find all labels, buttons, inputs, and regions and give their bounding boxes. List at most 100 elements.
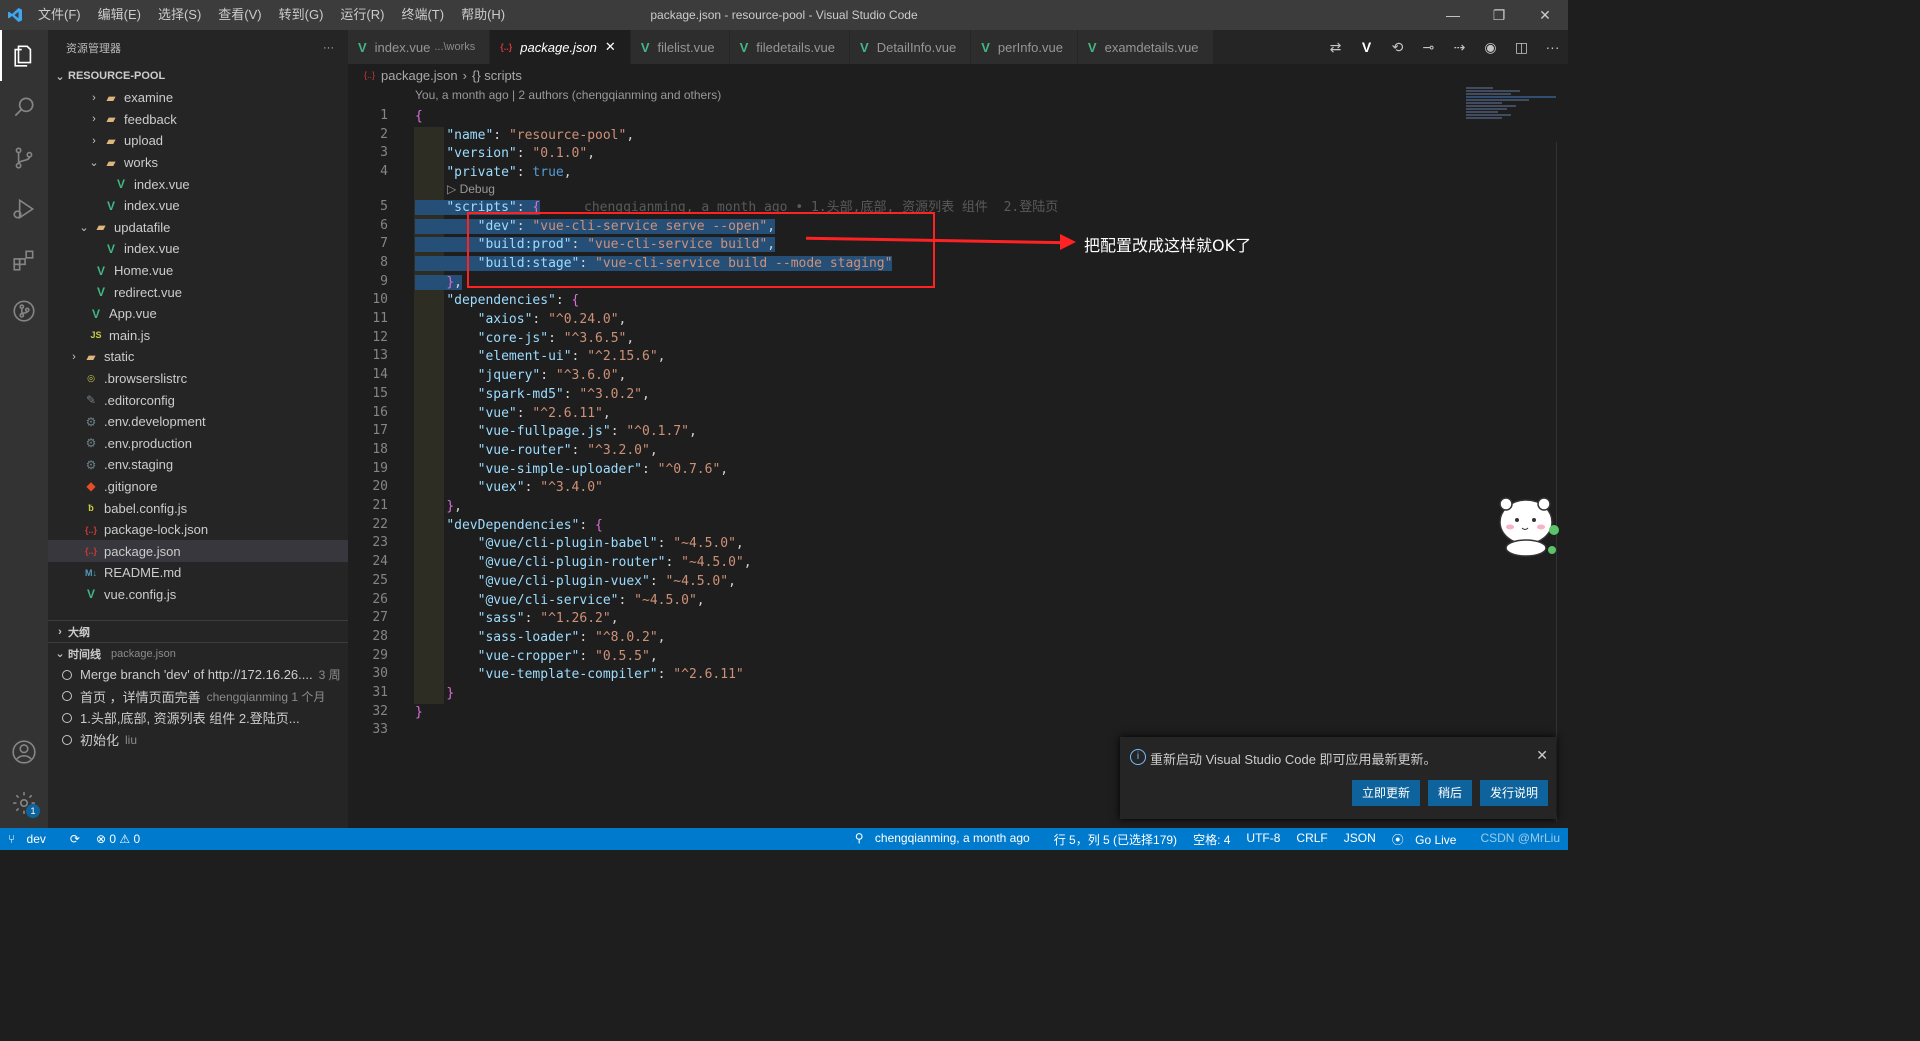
- close-window-icon[interactable]: ✕: [1522, 0, 1568, 30]
- menu-item-7[interactable]: 帮助(H): [453, 0, 514, 30]
- outline-section[interactable]: › 大纲: [48, 620, 348, 642]
- code-line[interactable]: "vuex": "^3.4.0": [415, 479, 603, 498]
- tree-item[interactable]: › ▰ upload: [48, 130, 348, 152]
- tree-item[interactable]: Vindex.vue: [48, 195, 348, 217]
- code-line[interactable]: }: [415, 704, 423, 723]
- code-line[interactable]: "version": "0.1.0",: [415, 145, 595, 164]
- branch-indicator[interactable]: ⑂ dev: [0, 832, 62, 846]
- editor-tab[interactable]: Vfiledetails.vue: [729, 30, 851, 64]
- run-debug-icon[interactable]: [0, 183, 48, 234]
- code-line[interactable]: "@vue/cli-plugin-vuex": "~4.5.0",: [415, 573, 736, 592]
- editor-tab[interactable]: {..} package.json ✕: [490, 30, 631, 64]
- code-line[interactable]: "devDependencies": {: [415, 517, 603, 536]
- source-control-icon[interactable]: [0, 132, 48, 183]
- manage-gear-icon[interactable]: 1: [0, 777, 48, 828]
- minimap[interactable]: [1466, 86, 1556, 136]
- cursor-position[interactable]: 行 5，列 5 (已选择179): [1046, 831, 1185, 848]
- code-line[interactable]: "vue-fullpage.js": "^0.1.7",: [415, 423, 697, 442]
- minimize-icon[interactable]: —: [1430, 0, 1476, 30]
- timeline-section[interactable]: ⌄ 时间线 package.json: [48, 642, 348, 664]
- code-line[interactable]: },: [415, 274, 462, 293]
- tree-item[interactable]: › ▰ static: [48, 346, 348, 368]
- open-changes-icon[interactable]: ⟲: [1382, 39, 1413, 56]
- codelens-authors[interactable]: You, a month ago | 2 authors (chengqianm…: [415, 88, 721, 102]
- restore-icon[interactable]: ❐: [1476, 0, 1522, 30]
- problems-indicator[interactable]: ⊗ 0 ⚠ 0: [88, 832, 148, 846]
- tree-item[interactable]: ⌄ ▰ works: [48, 152, 348, 174]
- editor-tab[interactable]: Vfilelist.vue: [630, 30, 730, 64]
- code-line[interactable]: "name": "resource-pool",: [415, 127, 634, 146]
- breadcrumb-file[interactable]: package.json: [381, 68, 458, 83]
- code-line[interactable]: "vue-router": "^3.2.0",: [415, 442, 658, 461]
- code-line[interactable]: },: [415, 498, 462, 517]
- release-notes-button[interactable]: 发行说明: [1479, 780, 1548, 806]
- workspace-root[interactable]: ⌄ RESOURCE-POOL: [48, 65, 348, 87]
- timeline-item[interactable]: 首页 ，详情页面完善 chengqianming 1 个月: [48, 686, 348, 708]
- vertical-scrollbar[interactable]: [1556, 142, 1568, 822]
- code-line[interactable]: "vue-cropper": "0.5.5",: [415, 648, 658, 667]
- timeline-item[interactable]: 1.头部,底部, 资源列表 组件 2.登陆页...: [48, 707, 348, 729]
- tree-item[interactable]: ◆ .gitignore: [48, 476, 348, 498]
- menu-item-4[interactable]: 转到(G): [271, 0, 333, 30]
- later-button[interactable]: 稍后: [1427, 780, 1472, 806]
- update-now-button[interactable]: 立即更新: [1351, 780, 1420, 806]
- vue-icon[interactable]: V: [1351, 39, 1382, 55]
- extensions-icon[interactable]: [0, 234, 48, 285]
- tree-item[interactable]: V App.vue: [48, 303, 348, 325]
- gitlens-icon[interactable]: [0, 285, 48, 336]
- code-line[interactable]: {: [415, 108, 423, 127]
- tree-item[interactable]: Vindex.vue: [48, 173, 348, 195]
- code-line[interactable]: "@vue/cli-plugin-router": "~4.5.0",: [415, 554, 752, 573]
- tree-item[interactable]: ƀ babel.config.js: [48, 497, 348, 519]
- tree-item[interactable]: JS main.js: [48, 325, 348, 347]
- end-of-line[interactable]: CRLF: [1288, 831, 1335, 848]
- tree-item[interactable]: Vindex.vue: [48, 238, 348, 260]
- menu-item-6[interactable]: 终端(T): [393, 0, 453, 30]
- tree-item[interactable]: ◎ .browserslistrc: [48, 368, 348, 390]
- tree-item[interactable]: V Home.vue: [48, 260, 348, 282]
- code-line[interactable]: "@vue/cli-plugin-babel": "~4.5.0",: [415, 535, 744, 554]
- editor-tab[interactable]: Vindex.vue ...\works: [348, 30, 491, 64]
- search-icon[interactable]: [0, 81, 48, 132]
- code-line[interactable]: "vue": "^2.6.11",: [415, 405, 611, 424]
- breadcrumb-symbol[interactable]: {} scripts: [472, 68, 522, 83]
- tree-item[interactable]: ✎ .editorconfig: [48, 389, 348, 411]
- tree-item[interactable]: {..} package-lock.json: [48, 519, 348, 541]
- tree-item[interactable]: M↓ README.md: [48, 562, 348, 584]
- tree-item[interactable]: ⚙ .env.development: [48, 411, 348, 433]
- previous-revision-icon[interactable]: ⊸: [1413, 39, 1444, 56]
- menu-item-2[interactable]: 选择(S): [150, 0, 210, 30]
- code-line[interactable]: "element-ui": "^2.15.6",: [415, 348, 666, 367]
- close-tab-icon[interactable]: ✕: [605, 39, 616, 55]
- code-line[interactable]: "sass": "^1.26.2",: [415, 610, 619, 629]
- code-line[interactable]: }: [415, 685, 454, 704]
- accounts-icon[interactable]: [0, 726, 48, 777]
- tree-item[interactable]: › ▰ feedback: [48, 109, 348, 131]
- tree-item[interactable]: {..} package.json: [48, 540, 348, 563]
- menu-item-5[interactable]: 运行(R): [332, 0, 393, 30]
- editor-tab[interactable]: VperInfo.vue: [971, 30, 1078, 64]
- tree-item[interactable]: ⚙ .env.staging: [48, 454, 348, 476]
- indentation[interactable]: 空格: 4: [1185, 831, 1238, 848]
- code-line[interactable]: "core-js": "^3.6.5",: [415, 330, 635, 349]
- go-live-icon[interactable]: ◉: [1475, 39, 1506, 56]
- blame-indicator[interactable]: ⚲ chengqianming, a month ago: [847, 831, 1046, 848]
- tree-item[interactable]: › ▰ examine: [48, 87, 348, 109]
- timeline-item[interactable]: Merge branch 'dev' of http://172.16.26..…: [48, 664, 348, 686]
- close-icon[interactable]: ✕: [1536, 747, 1548, 764]
- next-revision-icon[interactable]: ⇢: [1444, 39, 1475, 56]
- code-line[interactable]: "vue-template-compiler": "^2.6.11": [415, 666, 744, 685]
- tree-item[interactable]: Vvue.config.js: [48, 584, 348, 606]
- tree-item[interactable]: ⚙ .env.production: [48, 433, 348, 455]
- explorer-icon[interactable]: [0, 30, 48, 81]
- menu-item-1[interactable]: 编辑(E): [90, 0, 150, 30]
- menu-item-0[interactable]: 文件(F): [30, 0, 90, 30]
- code-line[interactable]: "private": true,: [415, 164, 571, 183]
- go-live-button[interactable]: ⦿ Go Live: [1384, 831, 1473, 848]
- more-actions-icon[interactable]: ···: [323, 42, 334, 54]
- debug-codelens[interactable]: ▷ Debug: [447, 182, 495, 196]
- language-mode[interactable]: JSON: [1336, 831, 1384, 848]
- more-actions-icon[interactable]: ···: [1537, 39, 1568, 55]
- code-line[interactable]: "spark-md5": "^3.0.2",: [415, 386, 650, 405]
- code-line[interactable]: "dependencies": {: [415, 292, 579, 311]
